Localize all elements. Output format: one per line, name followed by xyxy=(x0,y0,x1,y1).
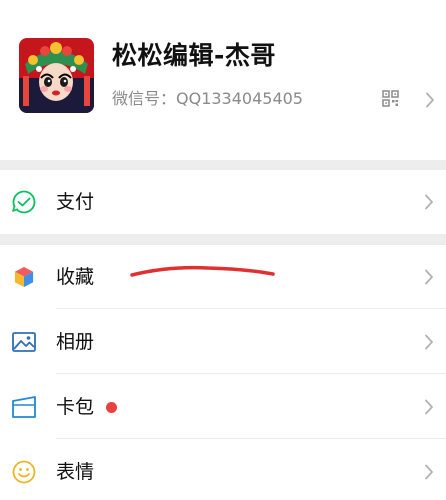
menu-item-label: 收藏 xyxy=(56,266,95,288)
annotation-underline-stroke xyxy=(130,265,275,277)
chevron-right-icon xyxy=(425,194,433,210)
menu-item-stickers[interactable]: 表情 xyxy=(0,440,446,500)
card-wallet-icon xyxy=(12,396,36,418)
profile-header[interactable]: 松松编辑-杰哥 微信号：QQ1334045405 xyxy=(0,0,446,160)
section-gap xyxy=(0,160,446,170)
menu-item-label: 支付 xyxy=(56,191,95,213)
row-divider xyxy=(56,373,446,374)
avatar[interactable] xyxy=(19,38,94,113)
row-divider xyxy=(56,308,446,309)
menu-item-album[interactable]: 相册 xyxy=(0,310,446,374)
menu-item-label: 相册 xyxy=(56,331,95,353)
wechat-pay-icon xyxy=(12,190,36,214)
qr-code-icon[interactable] xyxy=(382,90,399,107)
notification-badge-dot xyxy=(106,402,117,413)
sticker-smile-icon xyxy=(12,460,36,484)
wechat-id: 微信号：QQ1334045405 xyxy=(112,89,303,108)
chevron-right-icon xyxy=(425,269,433,285)
menu-item-label: 表情 xyxy=(56,461,95,483)
album-image-icon xyxy=(12,332,36,352)
avatar-opera-mask-image xyxy=(19,38,94,113)
menu-item-card-wallet[interactable]: 卡包 xyxy=(0,375,446,439)
menu-item-label: 卡包 xyxy=(56,396,95,418)
row-divider xyxy=(56,438,446,439)
menu-item-pay[interactable]: 支付 xyxy=(0,170,446,234)
favorites-cube-icon xyxy=(14,266,34,288)
chevron-right-icon xyxy=(426,92,434,108)
profile-nickname: 松松编辑-杰哥 xyxy=(112,41,276,70)
chevron-right-icon xyxy=(425,399,433,415)
chevron-right-icon xyxy=(425,464,433,480)
chevron-right-icon xyxy=(425,334,433,350)
section-gap xyxy=(0,234,446,245)
